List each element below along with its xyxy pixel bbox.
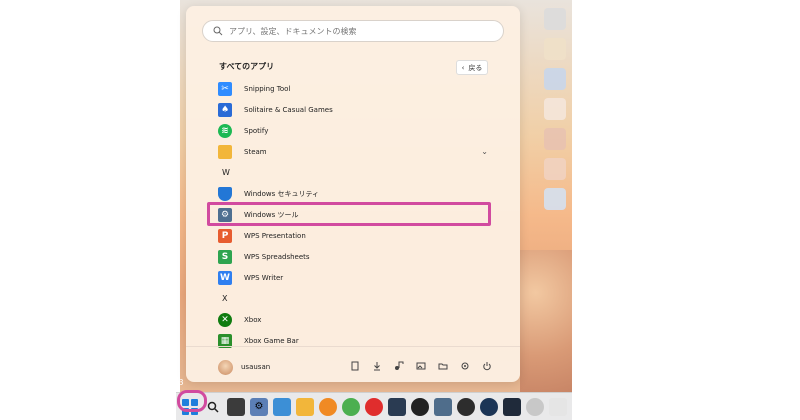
username[interactable]: usausan bbox=[241, 363, 270, 371]
all-apps-title: すべてのアプリ bbox=[219, 62, 275, 71]
search-input[interactable] bbox=[229, 26, 489, 36]
gallery-icon[interactable] bbox=[544, 128, 566, 150]
browser-icon[interactable] bbox=[544, 158, 566, 180]
music-icon[interactable] bbox=[394, 361, 404, 371]
spotify-icon: ≋ bbox=[218, 123, 232, 138]
folder-icon bbox=[218, 144, 232, 159]
app-item-snipping-tool[interactable]: ✂ Snipping Tool bbox=[214, 78, 496, 99]
taskbar: ⚙ bbox=[176, 392, 572, 420]
highlight-windows-tools bbox=[207, 202, 491, 226]
highlight-start-button bbox=[177, 390, 207, 412]
back-button[interactable]: ‹ 戻る bbox=[456, 60, 488, 75]
task-view-icon[interactable] bbox=[227, 397, 245, 416]
search-icon bbox=[213, 26, 223, 36]
file-explorer-icon[interactable] bbox=[438, 361, 448, 371]
shield-icon bbox=[218, 186, 232, 201]
footer-icons bbox=[350, 361, 492, 371]
wps-presentation-icon: P bbox=[218, 228, 232, 243]
letter-header-x[interactable]: X bbox=[214, 288, 496, 309]
recycle-bin-icon[interactable] bbox=[544, 8, 566, 30]
wps-spreadsheets-icon: S bbox=[218, 249, 232, 264]
remote-desktop-icon[interactable] bbox=[273, 397, 291, 416]
document-icon[interactable] bbox=[350, 361, 360, 371]
solitaire-icon: ♠ bbox=[218, 102, 232, 117]
app-label: WPS Writer bbox=[244, 273, 284, 282]
app-label: WPS Presentation bbox=[244, 231, 306, 240]
download-icon[interactable] bbox=[372, 361, 382, 371]
start-menu: すべてのアプリ ‹ 戻る ✂ Snipping Tool ♠ Solitaire… bbox=[186, 6, 520, 382]
clock-icon[interactable] bbox=[544, 98, 566, 120]
desktop-icons bbox=[538, 8, 572, 218]
gear-icon[interactable] bbox=[460, 361, 470, 371]
xbox-icon: ✕ bbox=[218, 312, 232, 327]
app-item-spotify[interactable]: ≋ Spotify bbox=[214, 120, 496, 141]
wallpaper-detail bbox=[520, 250, 572, 392]
app-label: Solitaire & Casual Games bbox=[244, 105, 333, 114]
document-icon[interactable] bbox=[544, 68, 566, 90]
app-item-steam[interactable]: Steam ⌄ bbox=[214, 141, 496, 162]
app-item-wps-presentation[interactable]: P WPS Presentation bbox=[214, 225, 496, 246]
firefox-icon[interactable] bbox=[319, 397, 337, 416]
vmware-icon[interactable] bbox=[434, 397, 452, 416]
search-bar[interactable] bbox=[202, 20, 504, 42]
wps-writer-icon: W bbox=[218, 270, 232, 285]
opera-icon[interactable] bbox=[365, 397, 383, 416]
app-icon[interactable] bbox=[549, 397, 567, 416]
back-label: 戻る bbox=[468, 63, 483, 72]
step-badge: 3 bbox=[178, 378, 184, 387]
app-label: Xbox bbox=[244, 315, 262, 324]
app-icon[interactable] bbox=[388, 397, 406, 416]
github-icon[interactable] bbox=[411, 397, 429, 416]
chrome-icon[interactable] bbox=[342, 397, 360, 416]
steam-icon[interactable] bbox=[480, 397, 498, 416]
app-item-windows-security[interactable]: Windows セキュリティ bbox=[214, 183, 496, 204]
letter-label: W bbox=[222, 168, 230, 177]
snipping-tool-icon: ✂ bbox=[218, 81, 232, 96]
chevron-left-icon: ‹ bbox=[461, 63, 465, 72]
calendar-icon[interactable] bbox=[544, 188, 566, 210]
app-item-solitaire[interactable]: ♠ Solitaire & Casual Games bbox=[214, 99, 496, 120]
app-label: Windows セキュリティ bbox=[244, 189, 320, 198]
file-explorer-icon[interactable] bbox=[296, 397, 314, 416]
app-label: WPS Spreadsheets bbox=[244, 252, 310, 261]
app-label: Spotify bbox=[244, 126, 269, 135]
app-label: Snipping Tool bbox=[244, 84, 291, 93]
app-item-xbox[interactable]: ✕ Xbox bbox=[214, 309, 496, 330]
settings-icon[interactable]: ⚙ bbox=[250, 397, 268, 416]
obs-icon[interactable] bbox=[457, 397, 475, 416]
letter-label: X bbox=[222, 294, 228, 303]
letter-header-w[interactable]: W bbox=[214, 162, 496, 183]
app-label: Steam bbox=[244, 147, 267, 156]
app-item-wps-writer[interactable]: W WPS Writer bbox=[214, 267, 496, 288]
app-item-wps-spreadsheets[interactable]: S WPS Spreadsheets bbox=[214, 246, 496, 267]
power-icon[interactable] bbox=[482, 361, 492, 371]
settings-icon[interactable] bbox=[544, 38, 566, 60]
app-label: Xbox Game Bar bbox=[244, 336, 299, 345]
cloud-icon[interactable] bbox=[526, 397, 544, 416]
terminal-icon[interactable] bbox=[503, 397, 521, 416]
start-footer: usausan bbox=[186, 346, 520, 382]
pictures-icon[interactable] bbox=[416, 361, 426, 371]
chevron-down-icon[interactable]: ⌄ bbox=[481, 147, 488, 156]
avatar[interactable] bbox=[218, 360, 233, 375]
